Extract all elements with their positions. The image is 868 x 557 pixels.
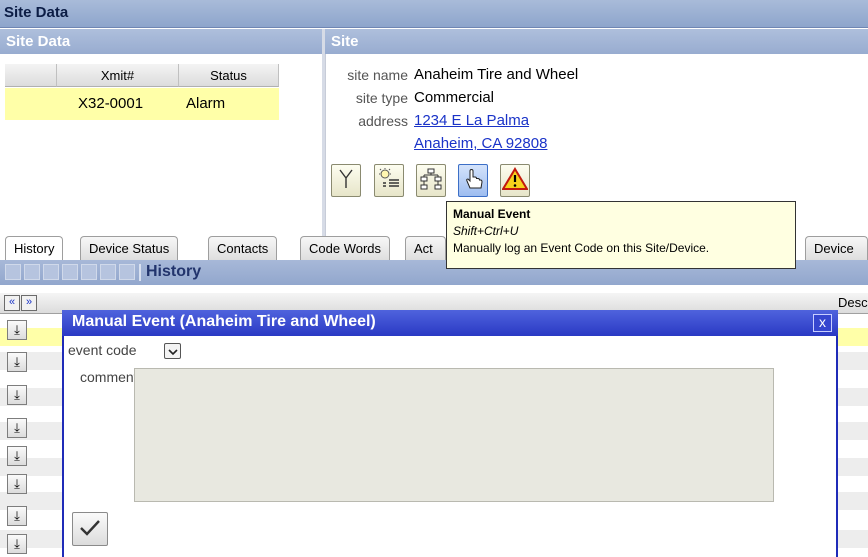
tooltip-title: Manual Event xyxy=(453,207,531,221)
row-status: Alarm xyxy=(186,95,226,112)
site-header: Site xyxy=(325,29,868,54)
lamp-list-button[interactable] xyxy=(374,164,404,197)
add-icon[interactable] xyxy=(43,264,59,280)
dialog-close-button[interactable]: x xyxy=(813,314,832,332)
alarm-button[interactable] xyxy=(500,164,530,197)
row-arrow-icon: ⤓ xyxy=(14,322,20,337)
site-type-label: site type xyxy=(355,90,408,106)
column-header-status[interactable]: Status xyxy=(179,64,279,87)
tab-activity[interactable]: Act xyxy=(405,236,446,260)
hand-pointer-icon xyxy=(461,167,485,194)
chevron-down-icon xyxy=(167,344,178,359)
org-chart-button[interactable] xyxy=(416,164,446,197)
column-header-desc[interactable]: Desc xyxy=(838,295,868,310)
delete-icon[interactable] xyxy=(100,264,116,280)
site-type-value: Commercial xyxy=(414,89,495,106)
row-expand-button[interactable]: ⤓ xyxy=(7,506,27,526)
warning-icon xyxy=(501,167,529,194)
row-expand-button[interactable]: ⤓ xyxy=(7,474,27,494)
row-xmit: X32-0001 xyxy=(78,95,144,112)
tooltip-shortcut: Shift+Ctrl+U xyxy=(453,224,519,238)
row-expand-button[interactable]: ⤓ xyxy=(7,352,27,372)
manual-event-button[interactable] xyxy=(458,164,488,197)
org-chart-icon xyxy=(419,167,443,194)
row-expand-button[interactable]: ⤓ xyxy=(7,385,27,405)
grid-next-button[interactable]: » xyxy=(21,295,37,311)
manual-event-tooltip: Manual Event Shift+Ctrl+U Manually log a… xyxy=(446,201,796,269)
grid-prev-button[interactable]: « xyxy=(4,295,20,311)
row-expand-button[interactable]: ⤓ xyxy=(7,418,27,438)
address-label: address xyxy=(358,113,408,129)
row-arrow-icon: ⤓ xyxy=(14,354,20,369)
tab-contacts[interactable]: Contacts xyxy=(208,236,278,260)
checkmark-icon xyxy=(79,519,101,540)
row-arrow-icon: ⤓ xyxy=(14,387,20,402)
comment-textarea[interactable] xyxy=(134,368,774,502)
row-arrow-icon: ⤓ xyxy=(14,420,20,435)
row-expand-button[interactable]: ⤓ xyxy=(7,320,27,340)
window-title: Site Data xyxy=(0,0,868,28)
tab-code-words[interactable]: Code Words xyxy=(300,236,391,260)
column-header-xmit[interactable]: Xmit# xyxy=(57,64,179,87)
site-name-label: site name xyxy=(347,67,408,83)
address-link-line2[interactable]: Anaheim, CA 92808 xyxy=(414,135,547,152)
row-expand-button[interactable]: ⤓ xyxy=(7,534,27,554)
tooltip-description: Manually log an Event Code on this Site/… xyxy=(453,241,710,255)
event-code-label: event code xyxy=(68,342,137,358)
lamp-list-icon xyxy=(377,167,401,194)
site-data-header: Site Data xyxy=(0,29,322,54)
row-arrow-icon: ⤓ xyxy=(14,536,20,551)
edit-icon[interactable] xyxy=(24,264,40,280)
antenna-icon xyxy=(338,168,354,193)
row-arrow-icon: ⤓ xyxy=(14,508,20,523)
comment-label: comment xyxy=(80,369,138,385)
tab-device[interactable]: Device xyxy=(805,236,868,260)
row-arrow-icon: ⤓ xyxy=(14,448,20,463)
table-header-blank xyxy=(5,64,57,87)
ok-button[interactable] xyxy=(72,512,108,546)
toolbar-separator xyxy=(139,264,141,281)
list-icon[interactable] xyxy=(5,264,21,280)
history-toolbar-label: History xyxy=(146,263,202,280)
save-icon[interactable] xyxy=(62,264,78,280)
antenna-button[interactable] xyxy=(331,164,361,197)
dialog-title[interactable]: Manual Event (Anaheim Tire and Wheel) xyxy=(62,310,838,336)
row-arrow-icon: ⤓ xyxy=(14,476,20,491)
refresh-icon[interactable] xyxy=(119,264,135,280)
tab-device-status[interactable]: Device Status xyxy=(80,236,179,260)
row-expand-button[interactable]: ⤓ xyxy=(7,446,27,466)
address-link-line1[interactable]: 1234 E La Palma xyxy=(414,112,529,129)
event-code-dropdown[interactable] xyxy=(164,343,181,359)
tab-history[interactable]: History xyxy=(5,236,64,260)
filter-icon[interactable] xyxy=(81,264,97,280)
site-name-value: Anaheim Tire and Wheel xyxy=(414,66,579,83)
